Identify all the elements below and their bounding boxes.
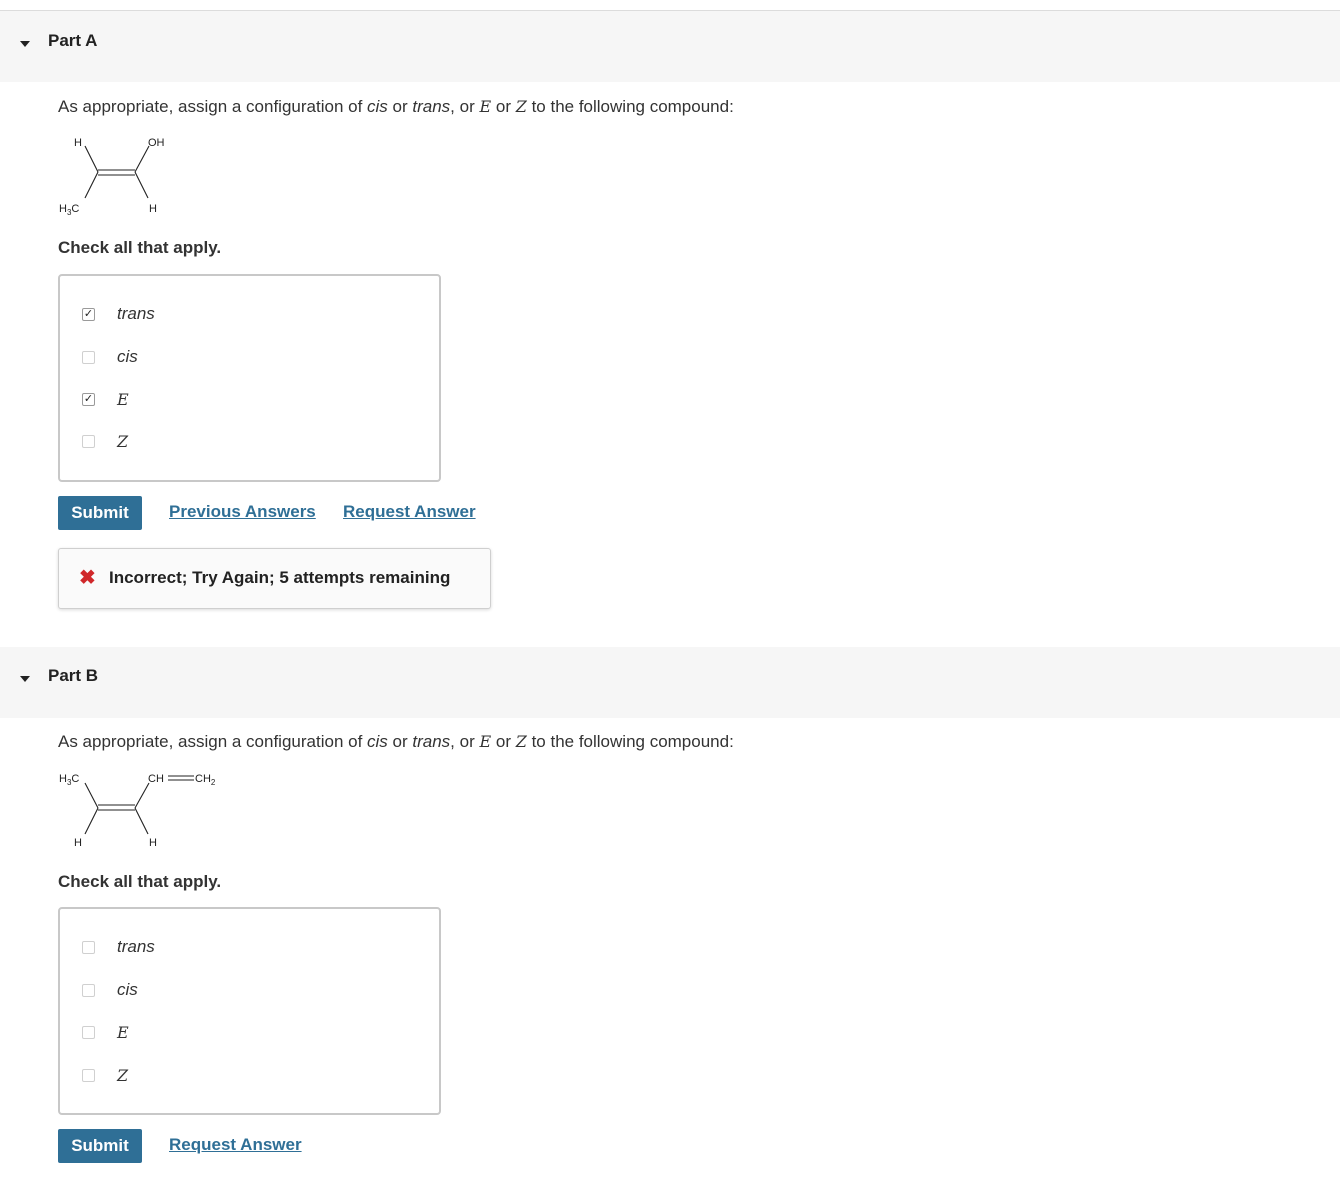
prompt-text: to the following compound: (526, 97, 734, 116)
prompt-text: or (387, 732, 413, 751)
part-b-submit-button[interactable]: Submit (58, 1129, 142, 1163)
caret-down-icon[interactable] (20, 41, 30, 47)
caret-down-icon[interactable] (20, 676, 30, 682)
choice-label: trans (117, 304, 155, 323)
part-b-prompt: As appropriate, assign a configuration o… (58, 732, 734, 752)
choice-label: cis (117, 980, 138, 999)
checkbox[interactable] (82, 940, 95, 954)
choice-label: Z (117, 1065, 129, 1085)
part-b-title: Part B (48, 666, 99, 685)
part-a-title: Part A (48, 31, 98, 50)
close-x-icon: ✖ (79, 567, 96, 589)
prompt-z: Z (515, 97, 527, 116)
checkbox[interactable] (82, 1068, 95, 1082)
atom-label-part: C (71, 773, 79, 785)
previous-answers-link[interactable]: Previous Answers (169, 502, 316, 522)
atom-label: OH (148, 137, 165, 149)
part-a-instruction: Check all that apply. (58, 238, 222, 257)
prompt-text: or (491, 97, 516, 116)
prompt-text: or (491, 732, 516, 751)
prompt-text: or (387, 97, 413, 116)
feedback-message-box: ✖ Incorrect; Try Again; 5 attempts remai… (58, 548, 491, 609)
choice-label: E (117, 389, 129, 409)
checkbox[interactable] (82, 983, 95, 997)
prompt-e: E (479, 97, 492, 116)
prompt-text: As appropriate, assign a configuration o… (58, 97, 368, 116)
feedback-text: Incorrect; Try Again; 5 attempts remaini… (109, 568, 451, 587)
checkbox[interactable] (82, 434, 95, 448)
prompt-text: As appropriate, assign a configuration o… (58, 732, 368, 751)
atom-label: CH (148, 773, 164, 785)
choice-cis[interactable]: cis (82, 345, 138, 369)
atom-label: H (74, 837, 82, 849)
atom-label: H (149, 203, 157, 215)
part-b-molecule-structure: H3C CH CH2 H H (59, 773, 216, 849)
atom-label-part: H (59, 203, 67, 215)
part-b-choice-group: trans cis E Z (58, 907, 441, 1115)
prompt-cis: cis (367, 97, 388, 116)
atom-label: H3C (59, 203, 79, 217)
part-b-request-answer-link[interactable]: Request Answer (169, 1135, 302, 1155)
part-b-instruction: Check all that apply. (58, 872, 222, 891)
choice-label: cis (117, 347, 138, 366)
choice-e[interactable]: ✓ E (82, 387, 129, 411)
atom-label: H (149, 837, 157, 849)
atom-subscript: 2 (211, 778, 216, 787)
prompt-text: , or (450, 732, 480, 751)
choice-z[interactable]: Z (82, 1063, 128, 1087)
checkbox[interactable] (82, 1025, 95, 1039)
choice-e[interactable]: E (82, 1020, 129, 1044)
prompt-trans: trans (412, 97, 451, 116)
part-a-request-answer-link[interactable]: Request Answer (343, 502, 476, 522)
choice-z[interactable]: Z (82, 429, 128, 453)
choice-label: Z (117, 431, 129, 451)
choice-label: E (117, 1022, 129, 1042)
choice-cis[interactable]: cis (82, 978, 138, 1002)
part-a-header[interactable]: Part A (0, 11, 1340, 82)
prompt-e: E (479, 732, 492, 751)
atom-label-part: H (59, 773, 67, 785)
choice-trans[interactable]: trans (82, 935, 155, 959)
atom-label-part: C (71, 203, 79, 215)
atom-label: H (74, 137, 82, 149)
choice-label: trans (117, 937, 155, 956)
part-a-submit-button[interactable]: Submit (58, 496, 142, 530)
prompt-text: , or (450, 97, 480, 116)
prompt-trans: trans (412, 732, 451, 751)
checkbox[interactable]: ✓ (82, 392, 95, 406)
prompt-cis: cis (367, 732, 388, 751)
prompt-z: Z (515, 732, 527, 751)
atom-label: CH2 (195, 773, 216, 787)
checkbox[interactable]: ✓ (82, 307, 95, 321)
part-a-prompt: As appropriate, assign a configuration o… (58, 97, 734, 117)
part-a-molecule-structure: H OH H3C H (59, 137, 165, 217)
atom-label: H3C (59, 773, 79, 787)
checkbox[interactable] (82, 350, 95, 364)
part-a-choice-group: ✓ trans cis ✓ E Z (58, 274, 441, 482)
atom-label-part: CH (195, 773, 211, 785)
part-b-header[interactable]: Part B (0, 647, 1340, 718)
choice-trans[interactable]: ✓ trans (82, 302, 155, 326)
prompt-text: to the following compound: (526, 732, 734, 751)
